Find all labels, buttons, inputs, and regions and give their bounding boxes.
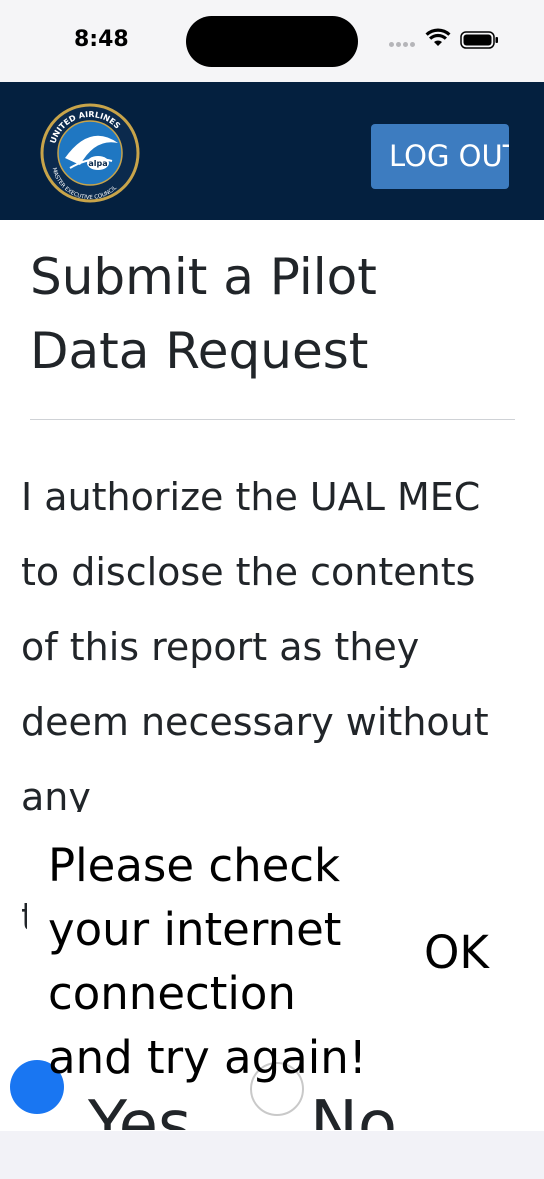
snackbar-message: Please check your internet connection an… xyxy=(48,839,367,1084)
bottom-safe-area xyxy=(0,1131,544,1179)
obscured-text-fragment: t xyxy=(21,895,27,935)
app-header: alpa UNITED AIRLINES MASTER EXECUTIVE CO… xyxy=(0,82,544,220)
status-time: 8:48 xyxy=(74,27,129,52)
logout-button[interactable]: LOG OUT xyxy=(371,124,509,189)
snackbar-ok-button[interactable]: OK xyxy=(424,926,489,979)
radio-no-label: No xyxy=(310,1088,398,1130)
battery-icon xyxy=(460,31,498,49)
wifi-icon xyxy=(425,28,451,46)
signal-dots-icon xyxy=(389,34,419,47)
authorization-text: I authorize the UAL MEC to disclose the … xyxy=(21,475,489,812)
page-title: Submit a Pilot Data Request xyxy=(30,248,377,380)
connection-error-snackbar: Please check your internet connection an… xyxy=(28,808,544,1084)
united-airlines-alpa-logo: alpa UNITED AIRLINES MASTER EXECUTIVE CO… xyxy=(40,103,140,203)
app-screen: 8:48 alpa UNITED AIRLINES MASTER EXECUTI… xyxy=(0,0,544,1179)
svg-text:alpa: alpa xyxy=(88,159,107,168)
radio-yes-label: Yes xyxy=(88,1088,192,1130)
status-bar: 8:48 xyxy=(0,0,544,82)
dynamic-island xyxy=(186,16,358,67)
title-divider xyxy=(30,419,515,420)
authorization-text-container: I authorize the UAL MEC to disclose the … xyxy=(0,460,544,812)
